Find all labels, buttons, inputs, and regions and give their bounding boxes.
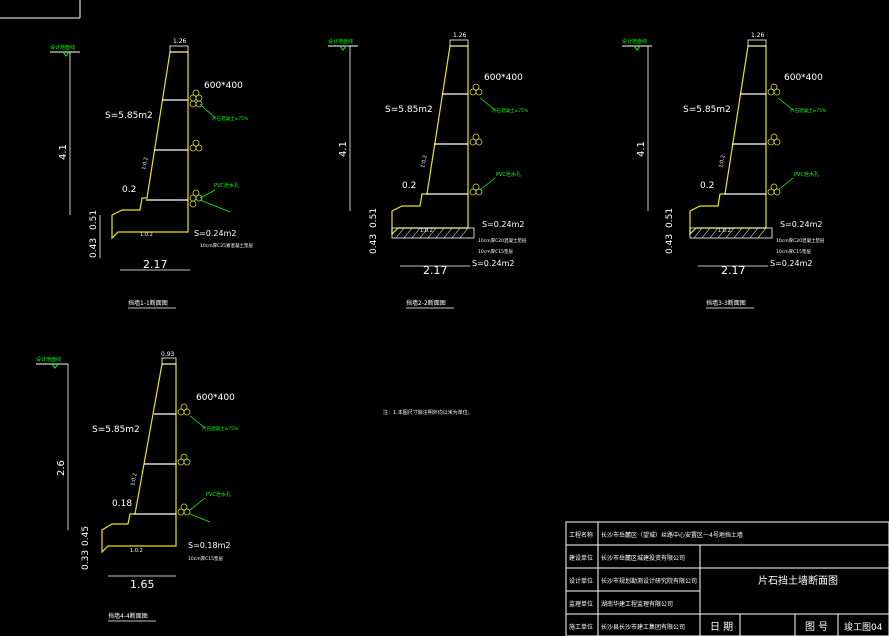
area-lower-4: S=0.18m2 [188, 541, 230, 550]
area-upper-3: S=5.85m2 [683, 105, 731, 115]
area-lower-2: S=0.24m2 [482, 220, 524, 229]
pipe-size-2: 600*400 [484, 73, 523, 83]
pipe-group-1 [189, 89, 203, 208]
caption-4: 挡墙4-4断面图 [108, 612, 148, 620]
slope-label-2: 1:0.2 [420, 155, 429, 169]
area-lower-1: S=0.24m2 [194, 229, 236, 238]
note-fill-2: 10cm厚C15垫层 [478, 248, 513, 255]
wall-outline-2 [391, 45, 469, 236]
wall-outline-1 [111, 51, 189, 240]
note-blocks-4: 片石混凝土≥75% [202, 425, 239, 432]
note-base-3: 10cm厚C20混凝土垫层 [776, 237, 825, 244]
slope-label-3: 1:0.2 [718, 155, 727, 169]
grade-label-2: 设计地面线 [328, 38, 353, 45]
pipe-group-2 [469, 83, 483, 196]
base-width-dim-4: 1.65 [130, 578, 155, 591]
top-width-dim-3: 1.26 [751, 32, 765, 39]
frame-corner [0, 0, 81, 19]
wall-outline-3 [689, 45, 767, 236]
area-lower2-2: S=0.24m2 [472, 259, 514, 268]
base-slope-4: 1:0.2 [130, 548, 143, 554]
toe-base-dim-1: 0.43 [89, 238, 99, 258]
drawing-canvas: 设计地面线 4.1 0.51 0.43 2.17 1.26 0.2 S=5.85… [0, 0, 889, 636]
tb-label-contractor: 施工单位 [569, 623, 593, 631]
wall-outline-4 [101, 363, 177, 554]
area-upper-4: S=5.85m2 [92, 425, 140, 435]
toe-base-dim-2: 0.43 [369, 234, 379, 254]
note-base-2: 10cm厚C20混凝土垫层 [478, 237, 527, 244]
toe-height-dim-1: 0.51 [89, 210, 99, 230]
base-slope-2: 1:0.2 [420, 228, 433, 234]
step-dim-2: 0.2 [402, 181, 416, 191]
base-width-dim-3: 2.17 [721, 264, 746, 277]
grade-label-1: 设计地面线 [50, 44, 75, 51]
caption-1: 挡墙1-1断面图 [128, 299, 168, 307]
tb-label-supervisor: 监理单位 [569, 600, 593, 608]
note-blocks-1: 片石混凝土≥75% [212, 115, 249, 122]
section-4-4: 设计地面线 2.6 0.45 0.33 1.65 0.93 0.18 S=5.8… [36, 351, 239, 622]
pipe-size-4: 600*400 [196, 393, 235, 403]
top-width-dim-4: 0.93 [161, 351, 175, 358]
note-fill-3: 10cm厚C15垫层 [776, 248, 811, 255]
tb-value-project: 长沙市岳麓区（望城）丝路中心安置区一4号地挡土墙 [601, 531, 743, 539]
slope-label-1: 1:0.2 [141, 157, 150, 171]
area-lower2-3: S=0.24m2 [770, 259, 812, 268]
tb-value-contractor: 长沙县长沙市建工集团有限公司 [601, 623, 685, 631]
base-slope-1: 1:0.2 [140, 232, 153, 238]
tb-number-label: 图 号 [805, 621, 828, 633]
note-base-4: 10cm厚C15垫层 [188, 555, 223, 562]
toe-height-dim-3: 0.51 [665, 208, 675, 228]
section-1-1: 设计地面线 4.1 0.51 0.43 2.17 1.26 0.2 S=5.85… [50, 38, 253, 309]
grade-label-3: 设计地面线 [622, 38, 647, 45]
step-dim-3: 0.2 [700, 181, 714, 191]
area-lower-3: S=0.24m2 [780, 220, 822, 229]
area-upper-1: S=5.85m2 [105, 111, 153, 121]
note-drain-2: PVC泄水孔 [496, 171, 521, 178]
tb-value-owner: 长沙市岳麓区城建投资有限公司 [601, 554, 685, 562]
caption-3: 挡墙3-3断面图 [706, 299, 746, 307]
height-dim-1: 4.1 [58, 144, 69, 160]
height-dim-2: 4.1 [338, 141, 349, 157]
pipe-group-4 [177, 403, 191, 516]
base-slope-3: 1:0.2 [718, 228, 731, 234]
note-drain-1: PVC泄水孔 [214, 182, 239, 189]
pipe-group-3 [767, 83, 781, 196]
general-note: 注：1.本图尺寸除注明外均以米为单位。 [383, 409, 473, 416]
note-drain-4: PVC泄水孔 [206, 491, 231, 498]
top-width-dim-1: 1.26 [173, 38, 187, 45]
base-width-dim-2: 2.17 [423, 264, 448, 277]
step-dim-4: 0.18 [112, 499, 132, 509]
note-drain-3: PVC泄水孔 [794, 171, 819, 178]
tb-drawing-title: 片石挡土墙断面图 [758, 574, 838, 587]
step-dim-1: 0.2 [122, 185, 136, 195]
height-dim-4: 2.6 [56, 460, 67, 476]
toe-base-dim-4: 0.33 [81, 550, 91, 570]
tb-value-supervisor: 湖南华建工程监理有限公司 [601, 600, 673, 608]
tb-number-value: 竣工图04 [844, 621, 883, 633]
tb-value-designer: 长沙市规划勘测设计研究院有限公司 [601, 577, 697, 585]
section-2-2: 设计地面线 4.1 0.51 0.43 2.17 1.26 0.2 S=5.85… [328, 32, 529, 309]
grade-label-4: 设计地面线 [36, 356, 61, 363]
toe-height-dim-2: 0.51 [369, 208, 379, 228]
note-base-1: 10cm厚C25素混凝土垫层 [200, 242, 253, 249]
note-blocks-3: 片石混凝土≥75% [790, 107, 827, 114]
tb-date-label: 日 期 [710, 621, 733, 633]
tb-label-designer: 设计单位 [569, 577, 593, 585]
section-3-3: 设计地面线 4.1 0.51 0.43 2.17 1.26 0.2 S=5.85… [622, 32, 827, 309]
pipe-size-3: 600*400 [784, 73, 823, 83]
toe-base-dim-3: 0.43 [665, 234, 675, 254]
tb-label-project: 工程名称 [569, 531, 593, 539]
top-width-dim-2: 1.26 [453, 32, 467, 39]
tb-label-owner: 建设单位 [569, 554, 593, 562]
base-width-dim-1: 2.17 [143, 258, 168, 271]
area-upper-2: S=5.85m2 [385, 105, 433, 115]
note-blocks-2: 片石混凝土≥75% [492, 107, 529, 114]
height-dim-3: 4.1 [636, 141, 647, 157]
title-block-text: 工程名称 长沙市岳麓区（望城）丝路中心安置区一4号地挡土墙 建设单位 长沙市岳麓… [569, 531, 883, 633]
pipe-size-1: 600*400 [204, 81, 243, 91]
caption-2: 挡墙2-2断面图 [406, 299, 446, 307]
slope-label-4: 1:0.2 [130, 473, 139, 487]
toe-height-dim-4: 0.45 [81, 526, 91, 546]
